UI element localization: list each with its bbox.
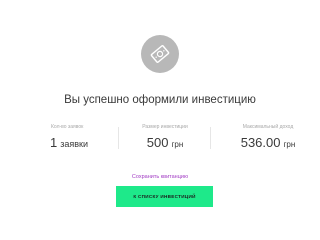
money-banknote-icon: [150, 45, 170, 63]
requests-count-number: 1: [50, 135, 58, 150]
investment-size-unit: грн: [171, 140, 184, 149]
investment-size-stat: Размер инвестиции 500 грн: [120, 124, 210, 154]
back-to-investments-button[interactable]: К СПИСКУ ИНВЕСТИЦИЙ: [116, 186, 213, 207]
investment-size-label: Размер инвестиции: [142, 124, 188, 130]
max-income-value: 536.00 грн: [218, 134, 318, 153]
investment-size-number: 500: [146, 135, 169, 150]
max-income-label: Максимальный доход: [242, 124, 294, 130]
stat-divider: [118, 127, 119, 149]
max-income-stat: Максимальный доход 536.00 грн: [218, 124, 318, 154]
requests-count-label: Кол-во заявок: [51, 124, 84, 130]
max-income-number: 536.00: [240, 135, 281, 150]
requests-count-stat: Кол-во заявок 1 заявки: [48, 124, 118, 154]
investment-size-value: 500 грн: [120, 134, 210, 153]
max-income-unit: грн: [283, 140, 296, 149]
requests-count-unit: заявки: [60, 139, 88, 149]
requests-count-value: 1 заявки: [50, 134, 118, 152]
success-title: Вы успешно оформили инвестицию: [64, 94, 256, 106]
save-receipt-link[interactable]: Сохранить квитанцию: [0, 174, 320, 181]
success-badge: [141, 35, 179, 73]
stat-divider: [210, 127, 211, 149]
